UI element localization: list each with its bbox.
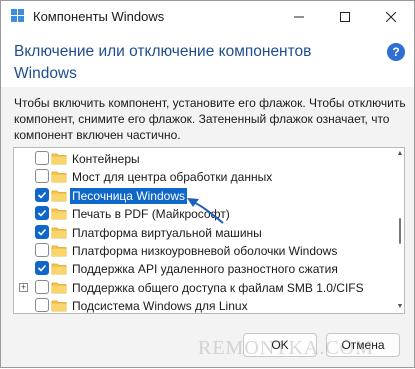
feature-row[interactable]: Поддержка API удаленного разностного сжа… [14,260,394,278]
folder-icon [51,282,67,294]
feature-checkbox[interactable] [35,224,49,239]
vertical-scrollbar[interactable]: ▲ ▼ [396,148,404,313]
help-icon[interactable]: ? [387,43,405,61]
feature-label: Мост для центра обработки данных [72,170,273,185]
folder-icon [51,263,67,275]
feature-row[interactable]: Печать в PDF (Майкрософт) [14,205,394,223]
folder-icon [51,227,67,238]
windows-features-app-icon [11,9,24,22]
scroll-down-arrow-icon[interactable]: ▼ [396,303,404,311]
minimize-button[interactable] [276,1,322,33]
feature-checkbox[interactable] [35,151,49,165]
feature-label: Поддержка API удаленного разностного сжа… [72,262,338,277]
feature-row[interactable]: Мост для центра обработки данных [14,168,394,186]
feature-row[interactable]: Платформа низкоуровневой оболочки Window… [14,242,394,260]
maximize-icon [340,12,350,22]
cancel-button[interactable]: Отмена [326,333,400,357]
feature-label: Песочница Windows [69,186,188,205]
feature-row[interactable]: Подсистема Windows для Linux [14,297,394,314]
feature-row[interactable]: Контейнеры [14,150,394,168]
feature-label: Платформа низкоуровневой оболочки Window… [72,244,338,258]
folder-icon [51,153,67,165]
minimize-icon [294,16,304,18]
feature-label: Поддержка общего доступа к файлам SMB 1.… [72,280,364,295]
feature-row[interactable]: Платформа виртуальной машины [14,224,394,242]
feature-checkbox[interactable] [35,298,49,313]
window-title: Компоненты Windows [33,9,165,24]
folder-icon [51,171,67,183]
feature-label: Контейнеры [72,152,140,166]
feature-checkbox[interactable] [35,187,49,202]
feature-label: Платформа виртуальной машины [72,225,262,240]
dialog-heading: Включение или отключение компонентов Win… [14,43,312,82]
title-bar[interactable]: Компоненты Windows [1,1,414,33]
instructions-text: Чтобы включить компонент, установите его… [14,96,406,142]
folder-icon [51,208,67,220]
expand-icon[interactable]: + [19,282,28,292]
feature-checkbox[interactable] [35,206,49,221]
features-tree[interactable]: Контейнеры Мост для центра обработки данн… [13,147,405,314]
scroll-up-arrow-icon[interactable]: ▲ [396,150,404,158]
windows-features-dialog: Компоненты Windows Включение или отключе… [0,0,415,368]
ok-button[interactable]: OK [243,333,317,357]
feature-row[interactable]: Песочница Windows [14,186,394,205]
folder-icon [51,300,67,312]
feature-checkbox[interactable] [35,169,49,184]
feature-checkbox[interactable] [35,261,49,276]
feature-checkbox[interactable] [35,243,49,257]
folder-icon [51,245,67,257]
feature-row[interactable]: + Поддержка общего доступа к файлам SMB 1… [14,279,394,297]
close-icon [386,12,396,22]
scroll-thumb[interactable] [399,218,401,244]
close-button[interactable] [368,1,414,33]
feature-checkbox[interactable] [35,279,49,294]
folder-icon [51,190,67,202]
feature-label: Печать в PDF (Майкрософт) [72,207,230,222]
feature-label: Подсистема Windows для Linux [72,299,248,314]
maximize-button[interactable] [322,1,368,33]
